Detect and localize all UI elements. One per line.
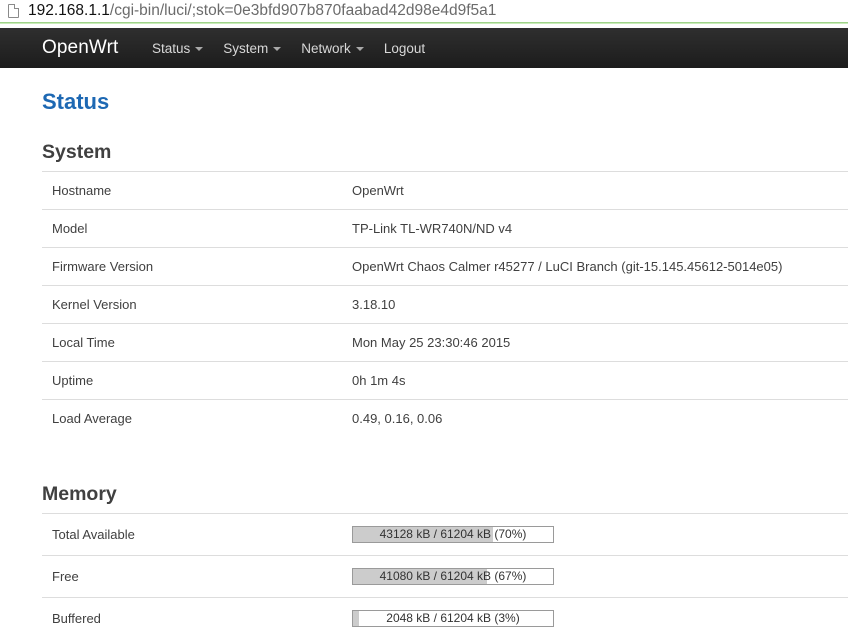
page-icon [8,4,19,18]
url-host: 192.168.1.1 [28,2,110,19]
row-label: Kernel Version [52,297,137,312]
nav-system[interactable]: System [223,40,282,56]
caret-down-icon [273,46,282,51]
row-value: OpenWrt Chaos Calmer r45277 / LuCI Branc… [352,259,783,274]
memory-progress-bar: 43128 kB / 61204 kB (70%) [352,526,554,543]
memory-table: Total Available 43128 kB / 61204 kB (70%… [42,513,848,639]
table-row: Load Average 0.49, 0.16, 0.06 [42,399,848,437]
brand-logo[interactable]: OpenWrt [0,37,152,59]
row-label: Local Time [52,335,115,350]
row-value: 3.18.10 [352,297,396,312]
nav-network-label: Network [301,40,351,56]
row-label: Firmware Version [52,259,154,274]
table-row: Model TP-Link TL-WR740N/ND v4 [42,209,848,247]
row-value: 0.49, 0.16, 0.06 [352,411,443,426]
page-title: Status [42,89,110,114]
progress-text: 41080 kB / 61204 kB (67%) [379,569,527,583]
table-row: Kernel Version 3.18.10 [42,285,848,323]
system-section-title: System [42,141,112,163]
row-value: OpenWrt [352,183,404,198]
url-path: /cgi-bin/luci/;stok=0e3bfd907b870faabad4… [109,2,497,19]
row-label: Free [52,569,79,584]
row-label: Load Average [52,411,132,426]
row-label: Hostname [52,183,112,198]
memory-progress-bar: 41080 kB / 61204 kB (67%) [352,568,554,585]
table-row: Buffered 2048 kB / 61204 kB (3%) [42,597,848,639]
address-bar[interactable]: 192.168.1.1/cgi-bin/luci/;stok=0e3bfd907… [0,0,848,23]
row-label: Buffered [52,611,101,626]
row-label: Uptime [52,373,94,388]
row-label: Model [52,221,88,236]
memory-progress-bar: 2048 kB / 61204 kB (3%) [352,610,554,627]
nav-status[interactable]: Status [152,40,204,56]
progress-text: 2048 kB / 61204 kB (3%) [386,611,520,625]
table-row: Local Time Mon May 25 23:30:46 2015 [42,323,848,361]
table-row: Uptime 0h 1m 4s [42,361,848,399]
nav-system-label: System [223,40,269,56]
caret-down-icon [195,46,204,51]
table-row: Firmware Version OpenWrt Chaos Calmer r4… [42,247,848,285]
table-row: Total Available 43128 kB / 61204 kB (70%… [42,513,848,555]
row-label: Total Available [52,527,135,542]
nav-logout[interactable]: Logout [384,41,425,56]
nav-status-label: Status [152,40,191,56]
row-value: TP-Link TL-WR740N/ND v4 [352,221,513,236]
memory-section-title: Memory [42,483,117,505]
table-row: Free 41080 kB / 61204 kB (67%) [42,555,848,597]
row-value: 0h 1m 4s [352,373,406,388]
top-navbar: OpenWrt Status System Network Logout [0,28,848,68]
nav-logout-label: Logout [383,40,426,56]
system-table: Hostname OpenWrt Model TP-Link TL-WR740N… [42,171,848,437]
caret-down-icon [355,46,364,51]
table-row: Hostname OpenWrt [42,171,848,209]
progress-text: 43128 kB / 61204 kB (70%) [379,527,527,541]
row-value: Mon May 25 23:30:46 2015 [352,335,511,350]
nav-network[interactable]: Network [301,41,364,56]
